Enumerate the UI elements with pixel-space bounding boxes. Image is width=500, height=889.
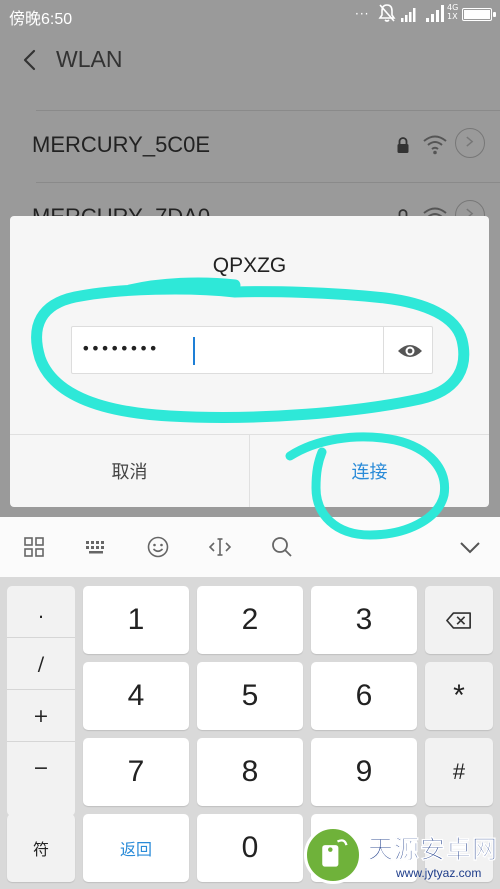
text-cursor [193, 337, 195, 365]
key-1[interactable]: 1 [83, 586, 189, 654]
key-slash[interactable]: / [7, 638, 75, 690]
key-asterisk[interactable]: * [425, 662, 493, 730]
key-6[interactable]: 6 [311, 662, 417, 730]
notification-dots: ··· [355, 7, 370, 21]
key-9[interactable]: 9 [311, 738, 417, 806]
wifi-signal-icon [423, 135, 447, 155]
key-7[interactable]: 7 [83, 738, 189, 806]
site-watermark: 天源安卓网 www.jytyaz.com [300, 822, 500, 889]
key-2[interactable]: 2 [197, 586, 303, 654]
signal-icon [401, 8, 416, 22]
key-5[interactable]: 5 [197, 662, 303, 730]
row-divider [36, 110, 500, 111]
return-key[interactable]: 返回 [83, 814, 189, 882]
backspace-icon [446, 611, 471, 629]
status-bar: 傍晚6:50 ··· 4G 1X [0, 0, 500, 30]
search-icon[interactable] [270, 535, 294, 559]
watermark-url: www.jytyaz.com [396, 866, 482, 880]
back-arrow-icon[interactable] [20, 48, 40, 72]
password-value: •••••••• [81, 339, 159, 358]
show-password-eye-icon[interactable] [397, 341, 423, 361]
cancel-button[interactable]: 取消 [10, 434, 249, 507]
grid-menu-icon[interactable] [22, 535, 46, 559]
battery-icon [462, 8, 496, 21]
key-0[interactable]: 0 [197, 814, 303, 882]
key-dot[interactable]: . [7, 586, 75, 638]
emoji-icon[interactable] [146, 535, 170, 559]
signal-4g-icon [426, 5, 444, 22]
key-plus[interactable]: + [7, 690, 75, 742]
watermark-logo [304, 826, 362, 884]
password-input[interactable]: •••••••• [71, 326, 433, 374]
network-type: 4G 1X [447, 3, 458, 21]
page-title: WLAN [56, 46, 123, 72]
watermark-title: 天源安卓网 [368, 835, 499, 865]
connect-button[interactable]: 连接 [250, 434, 489, 507]
input-divider [383, 327, 384, 373]
keyboard-toolbar [0, 517, 500, 577]
symbol-column: . / + − [7, 586, 75, 816]
network-type-1x: 1X [447, 12, 458, 21]
network-type-4g: 4G [447, 3, 459, 12]
chevron-down-icon[interactable] [458, 535, 482, 559]
text-cursor-icon[interactable] [208, 535, 232, 559]
row-divider [36, 182, 500, 183]
key-8[interactable]: 8 [197, 738, 303, 806]
lock-icon [397, 137, 409, 153]
key-3[interactable]: 3 [311, 586, 417, 654]
delete-key[interactable] [425, 586, 493, 654]
symbols-key[interactable]: 符 [7, 814, 75, 882]
wifi-password-dialog: QPXZG •••••••• 取消 连接 [10, 216, 489, 507]
network-detail-icon[interactable] [455, 128, 485, 158]
key-4[interactable]: 4 [83, 662, 189, 730]
key-minus[interactable]: − [7, 742, 75, 794]
status-time: 傍晚6:50 [9, 11, 73, 28]
wifi-name: MERCURY_5C0E [32, 132, 211, 157]
wifi-row-mercury-5c0e[interactable]: MERCURY_5C0E [0, 110, 500, 182]
keyboard-icon[interactable] [84, 535, 108, 559]
title-bar: WLAN [0, 30, 500, 92]
mute-bell-icon [378, 4, 396, 22]
key-hash[interactable]: # [425, 738, 493, 806]
dialog-title: QPXZG [212, 254, 287, 277]
